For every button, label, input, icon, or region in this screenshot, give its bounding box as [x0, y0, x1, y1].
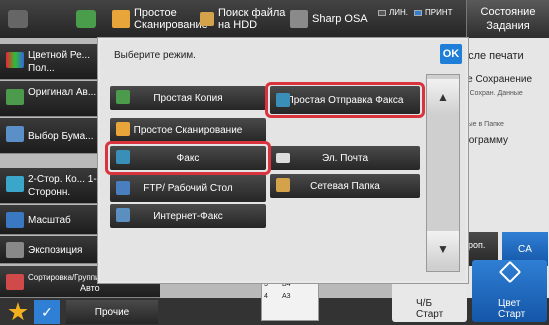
- easy-fax-highlight: [265, 82, 425, 118]
- mode-list-scrollbar[interactable]: ▲ ▼: [426, 74, 460, 272]
- network-folder-label: Сетевая Папка: [310, 180, 380, 192]
- mode-select-dialog: Выберите режим. OK Простая Копия Простая…: [98, 38, 468, 283]
- home-icon[interactable]: [8, 10, 28, 28]
- original-icon: [6, 89, 24, 105]
- hdd-search-label: Поиск файла на HDD: [218, 7, 286, 31]
- job-status-button[interactable]: Состояние Задания: [466, 0, 549, 38]
- desktop-icon: [116, 181, 130, 195]
- check-icon[interactable]: ✓: [34, 300, 60, 324]
- print-label: ПРИНТ: [425, 8, 453, 17]
- color-start-button[interactable]: Цвет Старт: [472, 260, 547, 322]
- scroll-up-button[interactable]: ▲: [427, 79, 459, 115]
- sort-icon: [6, 274, 24, 290]
- line-label: ЛИН.: [389, 8, 408, 17]
- other-button[interactable]: Прочие: [66, 300, 158, 324]
- folder-icon: [200, 12, 214, 26]
- tray-row-4[interactable]: 4 A3: [262, 293, 318, 305]
- exposure-label: Экспозиция: [28, 245, 83, 256]
- color-mode-icon: [6, 52, 24, 68]
- preview-label: роп.: [468, 240, 486, 250]
- email-label: Эл. Почта: [321, 152, 368, 164]
- internet-fax-button[interactable]: Интернет-Факс: [110, 204, 266, 228]
- ok-button[interactable]: OK: [440, 44, 462, 64]
- ca-label: CA: [518, 243, 532, 255]
- scroll-down-button[interactable]: ▼: [427, 231, 459, 267]
- email-button[interactable]: Эл. Почта: [270, 146, 420, 170]
- color-start-label: Старт: [498, 309, 526, 320]
- scroll-down-icon: ▼: [437, 242, 449, 256]
- easy-scan-mode-label: Простое Сканирование: [133, 124, 243, 136]
- zoom-label: Масштаб: [28, 215, 71, 226]
- job-status-label: Состояние Задания: [480, 6, 536, 32]
- copy-icon: [116, 90, 130, 104]
- duplex-icon: [6, 176, 24, 192]
- bw-label: Ч/Б: [416, 298, 433, 309]
- duplex-label: 2-Стор. Ко... 1-Сторонн.: [28, 174, 97, 198]
- paper-select-button[interactable]: Выбор Бума...: [0, 118, 98, 154]
- tray-size-4: A3: [282, 293, 291, 300]
- scroll-up-icon: ▲: [437, 90, 449, 104]
- original-button[interactable]: Оригинал Ав...: [0, 81, 98, 117]
- zoom-icon: [6, 212, 24, 228]
- easy-scan-label: Простое Сканирование: [134, 7, 208, 31]
- line-indicator: ЛИН.: [378, 8, 408, 17]
- hdd-search-shortcut[interactable]: Поиск файла на HDD: [200, 0, 288, 38]
- fax-highlight: [105, 141, 271, 175]
- email-icon: [276, 153, 290, 163]
- paper-icon: [6, 126, 24, 142]
- color-mode-label: Цветной Ре... Пол...: [28, 50, 90, 74]
- bw-start-label: Старт: [416, 309, 444, 320]
- sharp-osa-label: Sharp OSA: [312, 13, 368, 25]
- print-indicator-icon: [414, 9, 422, 16]
- folder-icon: [276, 178, 290, 192]
- easy-scan-button[interactable]: Простое Сканирование: [110, 118, 266, 142]
- favorite-star-icon[interactable]: [8, 302, 28, 321]
- scan-icon: [112, 10, 130, 28]
- duplex-button[interactable]: 2-Стор. Ко... 1-Сторонн.: [0, 168, 98, 204]
- exposure-button[interactable]: Экспозиция: [0, 236, 98, 264]
- color-label: Цвет: [498, 298, 521, 309]
- network-folder-button[interactable]: Сетевая Папка: [270, 174, 420, 198]
- copy-mode-icon[interactable]: [76, 10, 96, 28]
- start-diamond-icon: [498, 260, 522, 284]
- original-label: Оригинал Ав...: [28, 87, 97, 98]
- exposure-icon: [6, 242, 24, 258]
- ftp-desktop-label: FTP/ Рабочий Стол: [143, 182, 233, 194]
- internet-fax-icon: [116, 208, 130, 222]
- osa-icon: [290, 10, 308, 28]
- dialog-title: Выберите режим.: [114, 50, 196, 61]
- easy-scan-shortcut[interactable]: Простое Сканирование: [112, 0, 208, 38]
- easy-copy-button[interactable]: Простая Копия: [110, 86, 266, 110]
- scan-icon: [116, 122, 130, 136]
- zoom-button[interactable]: Масштаб: [0, 205, 98, 235]
- print-indicator: ПРИНТ: [414, 8, 453, 17]
- line-indicator-icon: [378, 9, 386, 16]
- sort-value: Авто: [80, 283, 100, 293]
- ftp-desktop-button[interactable]: FTP/ Рабочий Стол: [110, 174, 266, 202]
- color-mode-button[interactable]: Цветной Ре... Пол...: [0, 44, 98, 80]
- copier-screen: Простое Сканирование Поиск файла на HDD …: [0, 0, 549, 325]
- top-bar: Простое Сканирование Поиск файла на HDD …: [0, 0, 549, 38]
- ok-label: OK: [442, 48, 460, 60]
- paper-select-label: Выбор Бума...: [28, 131, 94, 142]
- internet-fax-label: Интернет-Факс: [153, 210, 223, 222]
- easy-copy-label: Простая Копия: [153, 92, 223, 104]
- sharp-osa-shortcut[interactable]: Sharp OSA: [290, 0, 370, 38]
- other-label: Прочие: [94, 306, 130, 318]
